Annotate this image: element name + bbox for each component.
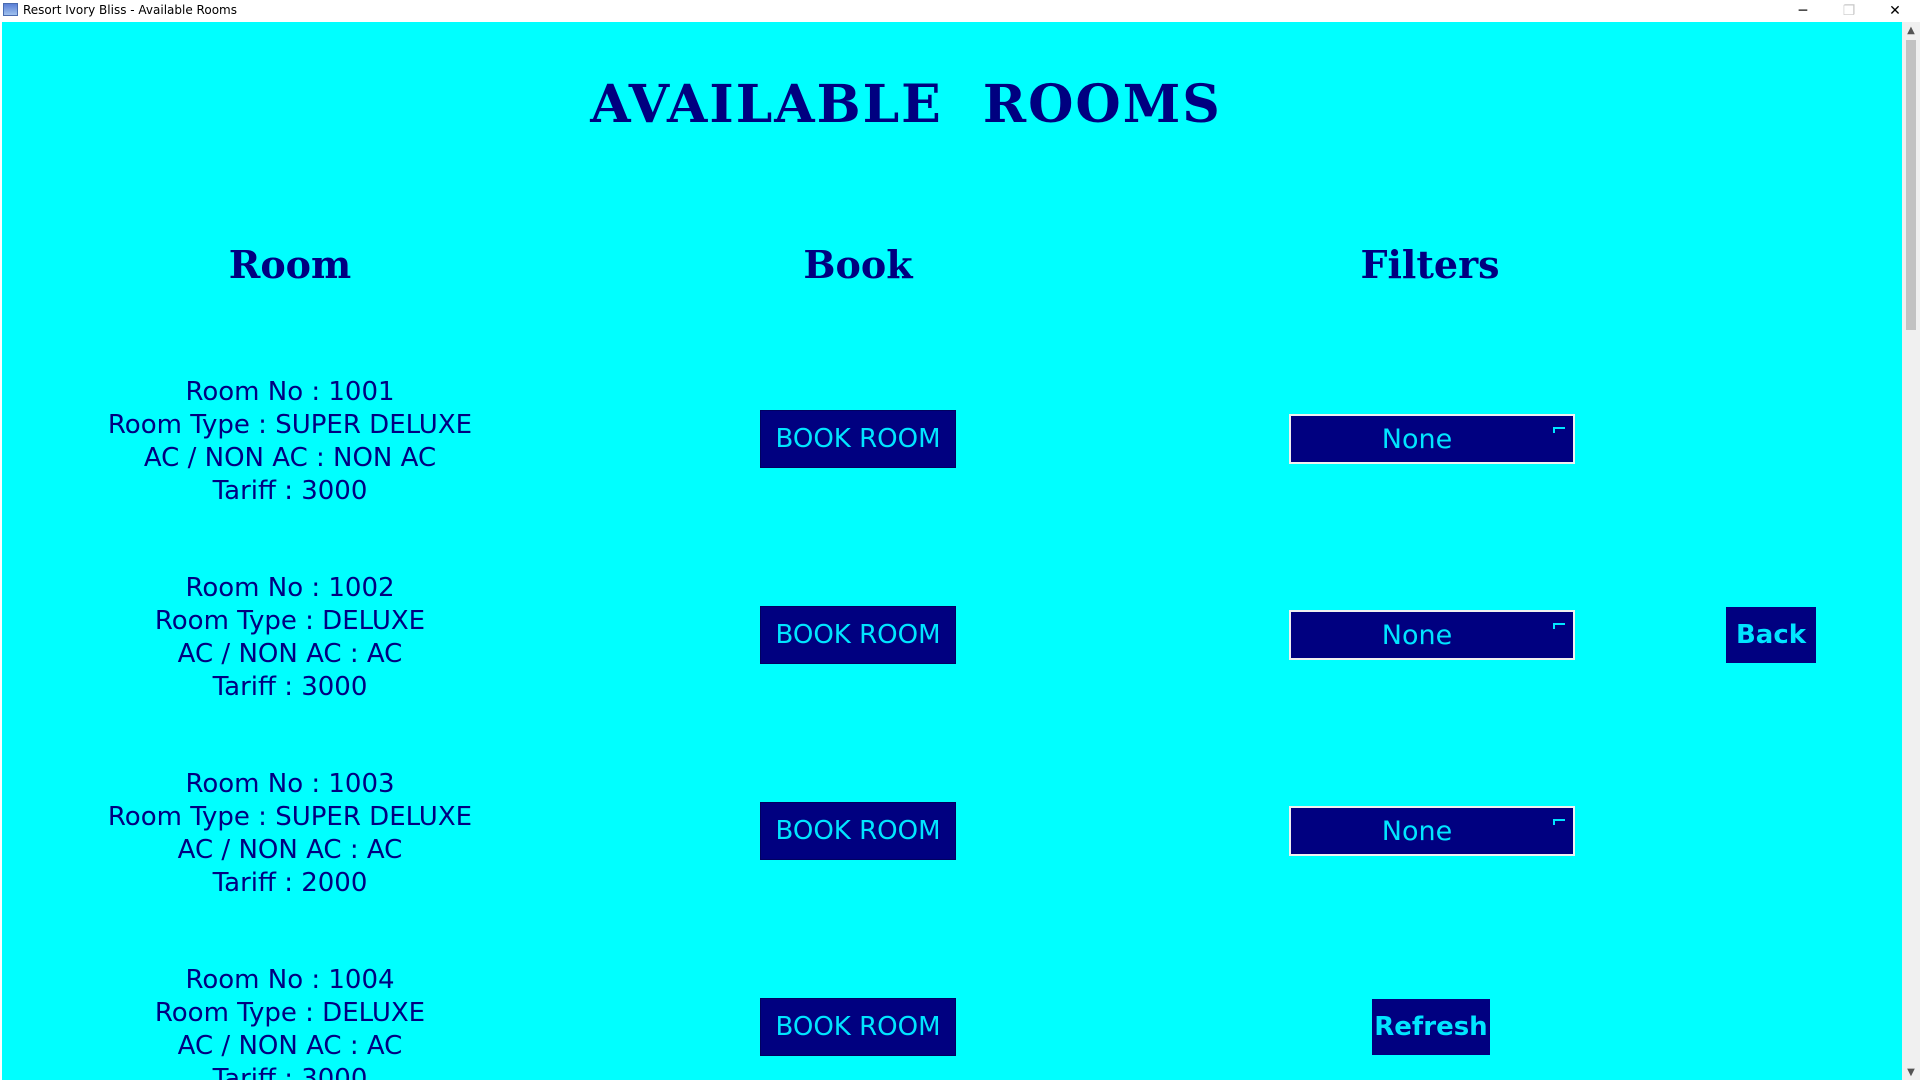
filter-select-3[interactable]: None: [1289, 806, 1575, 856]
scrollbar-thumb[interactable]: [1906, 40, 1916, 330]
minimize-button[interactable]: ─: [1780, 0, 1826, 22]
room-info-1003: Room No : 1003 Room Type : SUPER DELUXE …: [90, 768, 490, 900]
room-number: Room No : 1002: [185, 573, 395, 603]
scroll-down-icon[interactable]: ▼: [1902, 1064, 1920, 1080]
filter-select-value: None: [1381, 423, 1453, 455]
room-tariff: Tariff : 3000: [212, 672, 368, 702]
room-info-1002: Room No : 1002 Room Type : DELUXE AC / N…: [90, 572, 490, 704]
room-tariff: Tariff : 3000: [212, 476, 368, 506]
dropdown-arrow-icon: [1553, 623, 1565, 629]
filter-select-2[interactable]: None: [1289, 610, 1575, 660]
window-title-bar: Resort Ivory Bliss - Available Rooms ─ ❐…: [0, 0, 1920, 22]
room-info-1004: Room No : 1004 Room Type : DELUXE AC / N…: [90, 964, 490, 1080]
app-icon: [3, 3, 18, 16]
room-number: Room No : 1004: [185, 965, 395, 995]
back-button[interactable]: Back: [1726, 607, 1816, 663]
scroll-up-icon[interactable]: ▲: [1902, 22, 1920, 38]
column-header-room: Room: [228, 242, 352, 287]
filter-select-value: None: [1381, 815, 1453, 847]
vertical-scrollbar[interactable]: ▲ ▼: [1902, 22, 1920, 1080]
room-number: Room No : 1003: [185, 769, 395, 799]
column-header-book: Book: [803, 242, 913, 287]
room-ac: AC / NON AC : NON AC: [143, 443, 437, 473]
dropdown-arrow-icon: [1553, 427, 1565, 433]
book-room-button-1002[interactable]: BOOK ROOM: [760, 606, 956, 664]
room-type: Room Type : DELUXE: [154, 998, 426, 1028]
filter-select-1[interactable]: None: [1289, 414, 1575, 464]
room-type: Room Type : DELUXE: [154, 606, 426, 636]
room-ac: AC / NON AC : AC: [177, 835, 403, 865]
room-ac: AC / NON AC : AC: [177, 1031, 403, 1061]
page-title: AVAILABLE ROOMS: [590, 74, 1222, 135]
room-number: Room No : 1001: [185, 377, 395, 407]
book-room-button-1003[interactable]: BOOK ROOM: [760, 802, 956, 860]
available-rooms-panel: AVAILABLE ROOMS Room Book Filters Room N…: [2, 22, 1902, 1080]
room-tariff: Tariff : 2000: [212, 868, 368, 898]
room-type: Room Type : SUPER DELUXE: [107, 802, 473, 832]
room-ac: AC / NON AC : AC: [177, 639, 403, 669]
filter-select-value: None: [1381, 619, 1453, 651]
close-button[interactable]: ✕: [1872, 0, 1918, 22]
refresh-button[interactable]: Refresh: [1372, 999, 1490, 1055]
room-info-1001: Room No : 1001 Room Type : SUPER DELUXE …: [90, 376, 490, 508]
book-room-button-1004[interactable]: BOOK ROOM: [760, 998, 956, 1056]
dropdown-arrow-icon: [1553, 819, 1565, 825]
room-type: Room Type : SUPER DELUXE: [107, 410, 473, 440]
window-title: Resort Ivory Bliss - Available Rooms: [23, 3, 237, 17]
column-header-filters: Filters: [1360, 242, 1500, 287]
book-room-button-1001[interactable]: BOOK ROOM: [760, 410, 956, 468]
restore-button[interactable]: ❐: [1826, 0, 1872, 22]
room-tariff: Tariff : 3000: [212, 1064, 368, 1080]
